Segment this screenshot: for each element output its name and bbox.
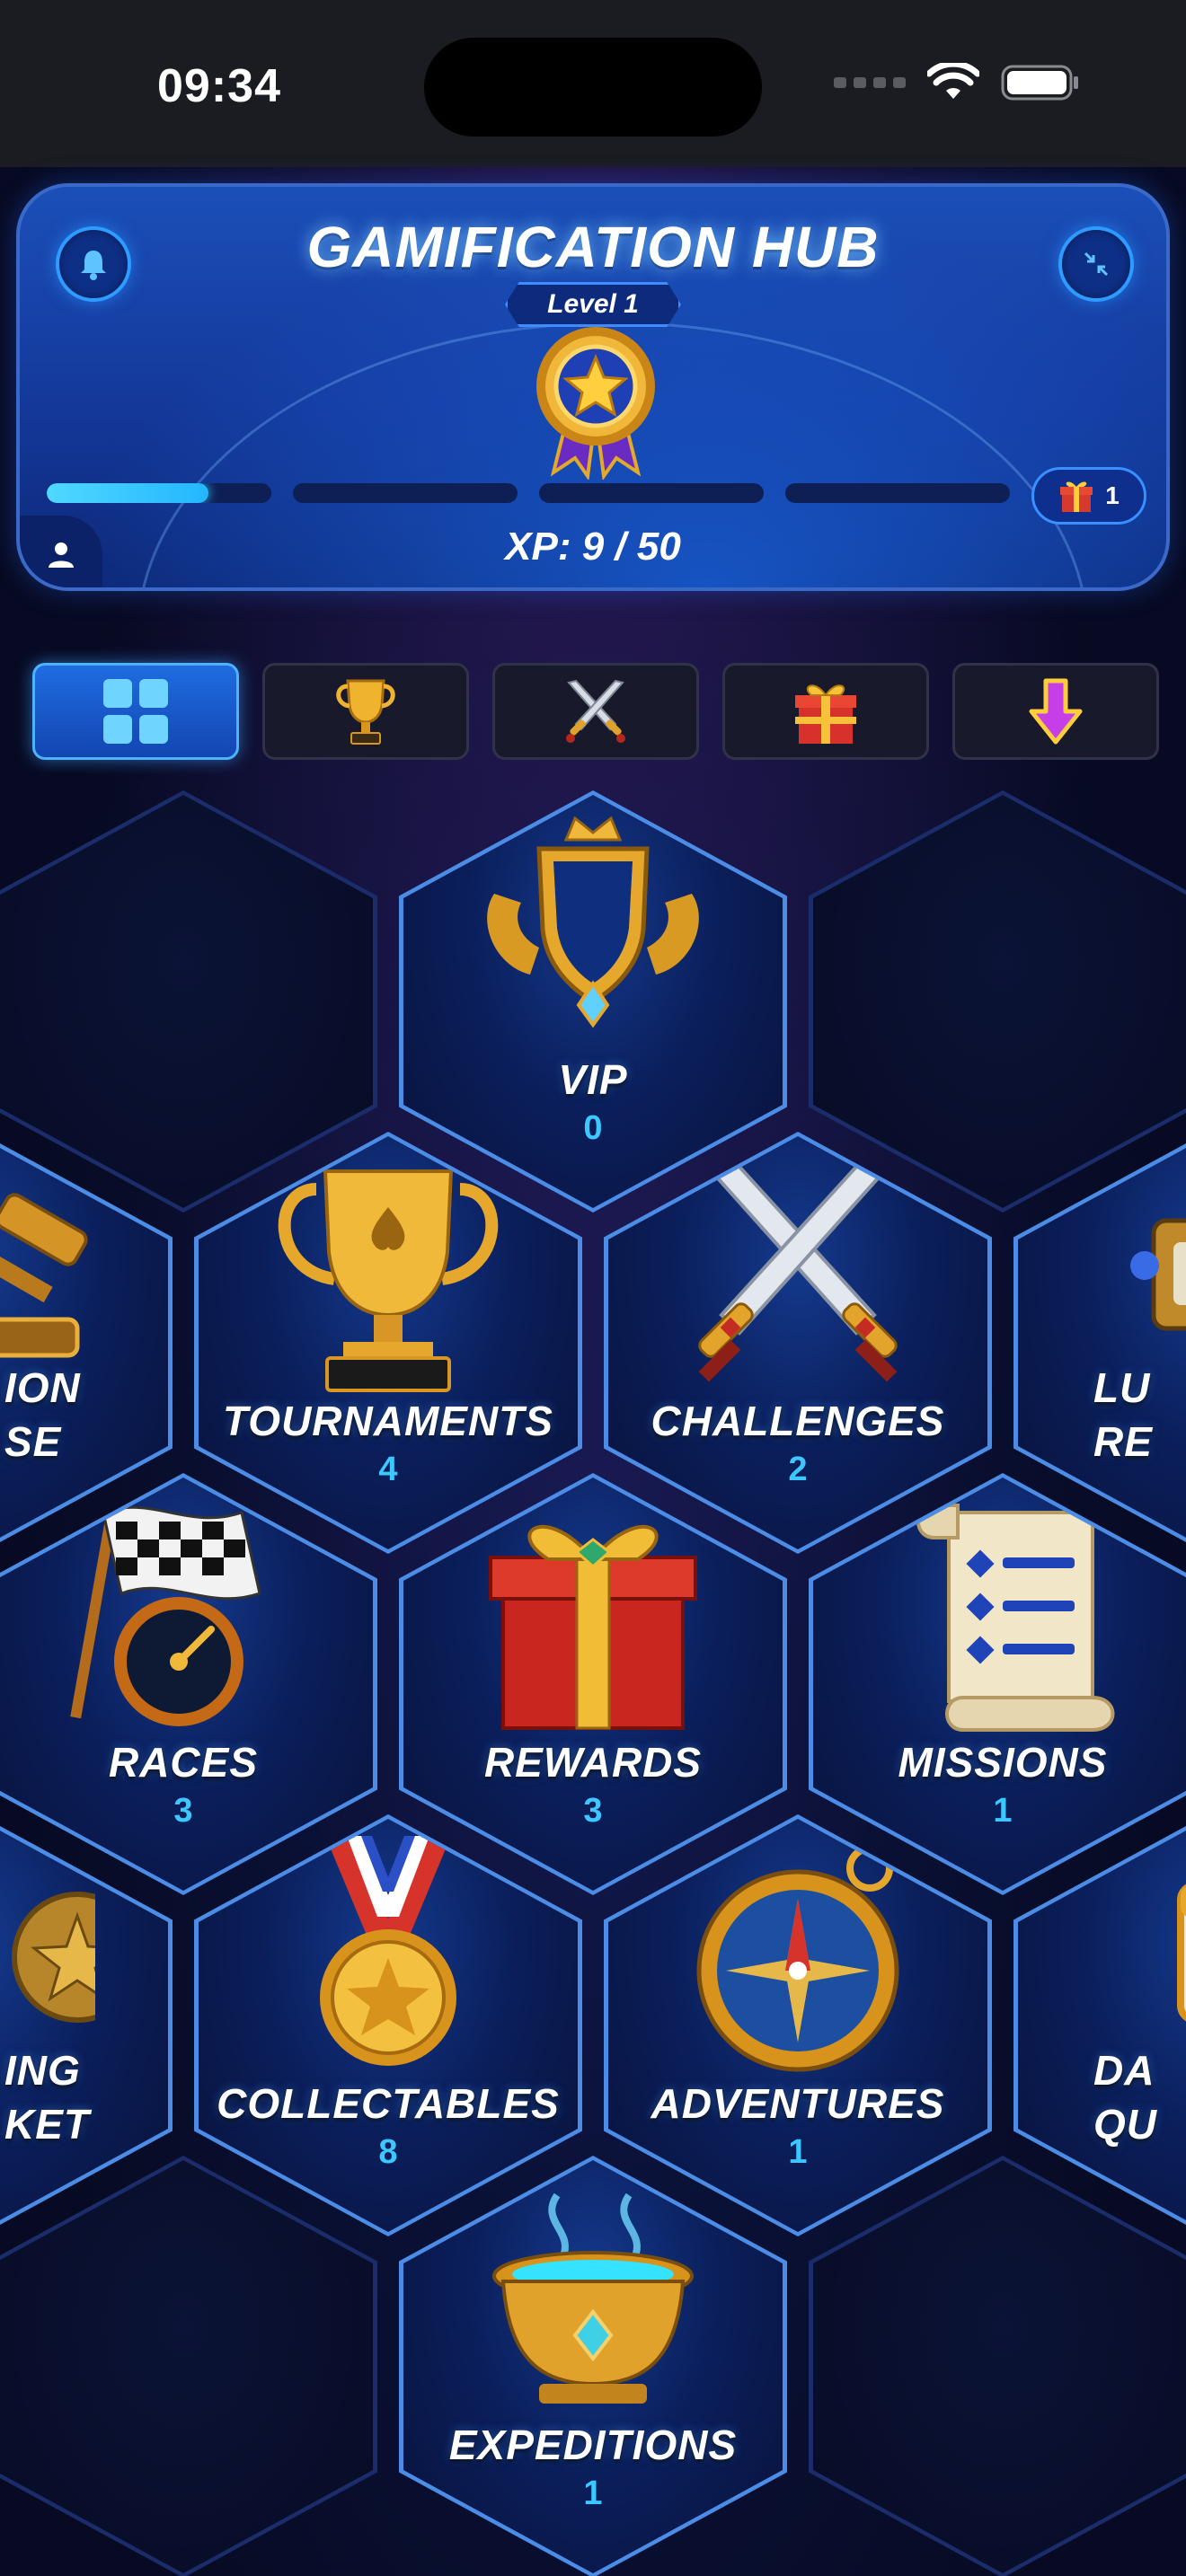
gift-box-icon (489, 1525, 697, 1730)
xp-progress-segments (47, 483, 1010, 503)
tile-expeditions[interactable]: EXPEDITIONS 1 (399, 2156, 787, 2576)
tile-label: REWARDS (483, 1739, 703, 1786)
status-bar: 09:34 (0, 0, 1186, 167)
tile-label: LU RE (1093, 1364, 1153, 1465)
empty-hex-tile (0, 790, 377, 1213)
tile-rewards[interactable]: REWARDS 3 (399, 1473, 787, 1895)
cauldron-icon (492, 2192, 694, 2404)
star-coin-icon (12, 1892, 95, 2023)
trophy-icon (278, 1169, 499, 1392)
tile-count: 2 (788, 1451, 808, 1488)
tile-label: COLLECTABLES (217, 2080, 560, 2127)
tile-count: 1 (993, 1792, 1013, 1830)
tile-count: 3 (583, 1792, 603, 1830)
tab-grid[interactable] (32, 663, 239, 760)
tile-label: RACES (108, 1739, 259, 1786)
tile-tournaments[interactable]: TOURNAMENTS 4 (194, 1132, 582, 1554)
slot-machine-icon (1130, 1218, 1186, 1331)
calendar-icon (1177, 1882, 1186, 2024)
gift-button[interactable]: 1 (1031, 467, 1146, 525)
tile-races[interactable]: RACES 3 (0, 1473, 377, 1895)
tab-gift[interactable] (722, 663, 929, 760)
tile-coin-market-partial[interactable]: ING KET (0, 1814, 173, 2236)
medal-icon (320, 1836, 456, 2066)
tile-lucky-partial[interactable]: LU RE (1013, 1132, 1186, 1554)
screen: 09:34 GAMIFICATION HUB Level 1 1 XP: 9 /… (0, 0, 1186, 2576)
tab-download[interactable] (952, 663, 1159, 760)
gamification-header-card: GAMIFICATION HUB Level 1 1 XP: 9 / 50 (16, 183, 1170, 591)
tile-count: 4 (378, 1451, 398, 1488)
crossed-swords-icon (698, 1154, 898, 1382)
tile-label: TOURNAMENTS (223, 1398, 553, 1444)
checkered-flag-icon (70, 1504, 261, 1726)
tile-label: DA QU (1093, 2047, 1157, 2148)
tab-trophy[interactable] (262, 663, 469, 760)
empty-hex-tile (809, 790, 1186, 1213)
tile-daily-quests-partial[interactable]: DA QU (1013, 1814, 1186, 2236)
tile-label: ING KET (4, 2047, 90, 2148)
tile-vip[interactable]: VIP 0 (399, 790, 787, 1213)
tile-label: EXPEDITIONS (448, 2422, 738, 2468)
tile-missions[interactable]: MISSIONS 1 (809, 1473, 1186, 1895)
feature-hex-grid: VIP 0 ION SE TOURNAMENTS 4 CHALLENGES 2 … (0, 790, 1186, 2576)
wifi-icon (927, 63, 979, 99)
tab-swords[interactable] (492, 663, 699, 760)
dynamic-island (424, 38, 762, 137)
level-medal-icon (536, 327, 655, 480)
crossed-swords-icon (566, 679, 625, 743)
gift-icon (795, 684, 856, 744)
status-time: 09:34 (157, 60, 281, 112)
cellular-signal-icon (834, 77, 906, 88)
tile-auction-partial[interactable]: ION SE (0, 1132, 173, 1554)
empty-hex-tile (809, 2156, 1186, 2576)
gift-icon (1060, 481, 1093, 512)
tile-label: CHALLENGES (651, 1398, 945, 1444)
vip-shield-icon (487, 816, 699, 1028)
empty-hex-tile (0, 2156, 377, 2576)
down-arrow-icon (1029, 678, 1083, 745)
tile-label: ADVENTURES (651, 2080, 945, 2127)
scroll-list-icon (916, 1504, 1115, 1732)
tile-label: MISSIONS (898, 1739, 1108, 1786)
xp-segment (785, 483, 1010, 503)
category-tabs (32, 663, 1159, 760)
grid-icon (103, 679, 168, 744)
tile-count: 3 (173, 1792, 193, 1830)
xp-segment (47, 483, 271, 503)
xp-segment (293, 483, 518, 503)
xp-readout: XP: 9 / 50 (505, 525, 681, 569)
tile-count: 1 (583, 2475, 603, 2512)
tile-challenges[interactable]: CHALLENGES 2 (604, 1132, 992, 1554)
trophy-icon (336, 679, 395, 745)
tile-collectables[interactable]: COLLECTABLES 8 (194, 1814, 582, 2236)
tile-label: VIP (558, 1056, 628, 1103)
compass-icon (696, 1845, 899, 2072)
tile-label: ION SE (4, 1364, 81, 1465)
xp-segment (539, 483, 764, 503)
gift-count: 1 (1105, 481, 1120, 509)
tile-count: 0 (583, 1109, 603, 1147)
level-badge: Level 1 (505, 282, 681, 327)
hub-title: GAMIFICATION HUB (306, 215, 880, 279)
tile-adventures[interactable]: ADVENTURES 1 (604, 1814, 992, 2236)
battery-icon (1001, 65, 1078, 101)
tile-count: 1 (788, 2133, 808, 2171)
tile-count: 8 (378, 2133, 398, 2171)
status-indicators (834, 63, 1080, 102)
gavel-icon (0, 1193, 88, 1358)
